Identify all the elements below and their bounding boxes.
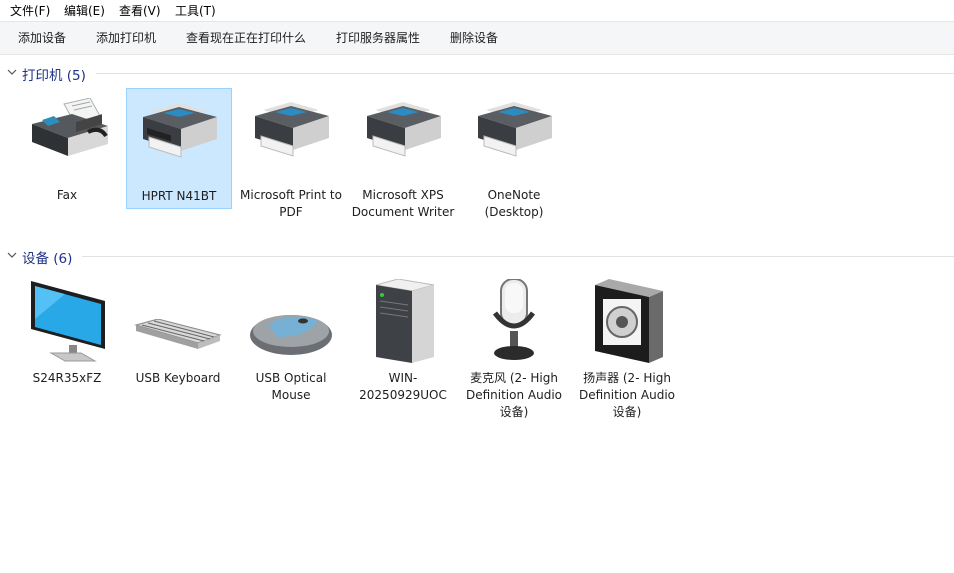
menu-edit[interactable]: 编辑(E) [64,3,105,19]
computer-tower-icon [375,279,435,363]
speaker-icon [595,279,663,363]
device-tile-microsoft-print-to-pdf[interactable]: Microsoft Print to PDF [239,88,343,238]
devices-group-header[interactable]: 设备 (6) [0,246,954,267]
printer-icon [143,103,217,158]
device-tile-computer[interactable]: WIN-20250929UOC [351,277,455,412]
device-label: 麦克风 (2- High Definition Audio 设备) [465,371,563,419]
add-device-button[interactable]: 添加设备 [18,30,66,46]
command-toolbar: 添加设备 添加打印机 查看现在正在打印什么 打印服务器属性 删除设备 [0,21,954,55]
menu-view[interactable]: 查看(V) [119,3,161,19]
device-label: OneNote (Desktop) [484,188,544,219]
group-divider [82,256,954,257]
see-whats-printing-button[interactable]: 查看现在正在打印什么 [186,30,306,46]
mouse-icon [250,315,332,355]
device-label: S24R35xFZ [32,371,102,385]
device-tile-microphone[interactable]: 麦克风 (2- High Definition Audio 设备) [462,277,566,427]
printers-group-title: 打印机 (5) [22,68,86,84]
group-divider [96,73,954,74]
add-printer-button[interactable]: 添加打印机 [96,30,156,46]
device-tile-microsoft-xps-document-writer[interactable]: Microsoft XPS Document Writer [351,88,455,238]
menu-tools[interactable]: 工具(T) [175,3,216,19]
device-label: Fax [56,188,78,202]
device-label: HPRT N41BT [141,189,217,203]
print-server-properties-button[interactable]: 打印服务器属性 [336,30,420,46]
chevron-down-icon [7,69,17,75]
printer-icon [478,102,552,157]
device-tile-monitor[interactable]: S24R35xFZ [15,277,119,397]
fax-icon [32,98,108,156]
keyboard-icon [134,319,222,349]
menu-file[interactable]: 文件(F) [10,3,50,19]
device-tile-hprt-n41bt[interactable]: HPRT N41BT [126,88,232,209]
microphone-icon [492,279,536,360]
chevron-down-icon [7,252,17,258]
device-tile-speaker[interactable]: 扬声器 (2- High Definition Audio 设备) [575,277,679,427]
remove-device-button[interactable]: 删除设备 [450,30,498,46]
device-label: WIN-20250929UOC [359,371,447,402]
device-label: Microsoft Print to PDF [240,188,342,219]
printers-group-header[interactable]: 打印机 (5) [0,63,954,84]
device-tile-onenote-desktop[interactable]: OneNote (Desktop) [462,88,566,238]
menu-bar: 文件(F) 编辑(E) 查看(V) 工具(T) [0,0,954,21]
printer-icon [255,102,329,157]
device-label: 扬声器 (2- High Definition Audio 设备) [578,371,676,419]
device-tile-usb-optical-mouse[interactable]: USB Optical Mouse [239,277,343,412]
devices-group-title: 设备 (6) [22,251,73,267]
printer-icon [367,102,441,157]
device-label: USB Keyboard [135,371,221,385]
device-label: USB Optical Mouse [255,371,327,402]
device-label: Microsoft XPS Document Writer [351,188,455,219]
monitor-icon [31,281,105,362]
device-tile-usb-keyboard[interactable]: USB Keyboard [126,277,230,397]
device-tile-fax[interactable]: Fax [15,88,119,206]
